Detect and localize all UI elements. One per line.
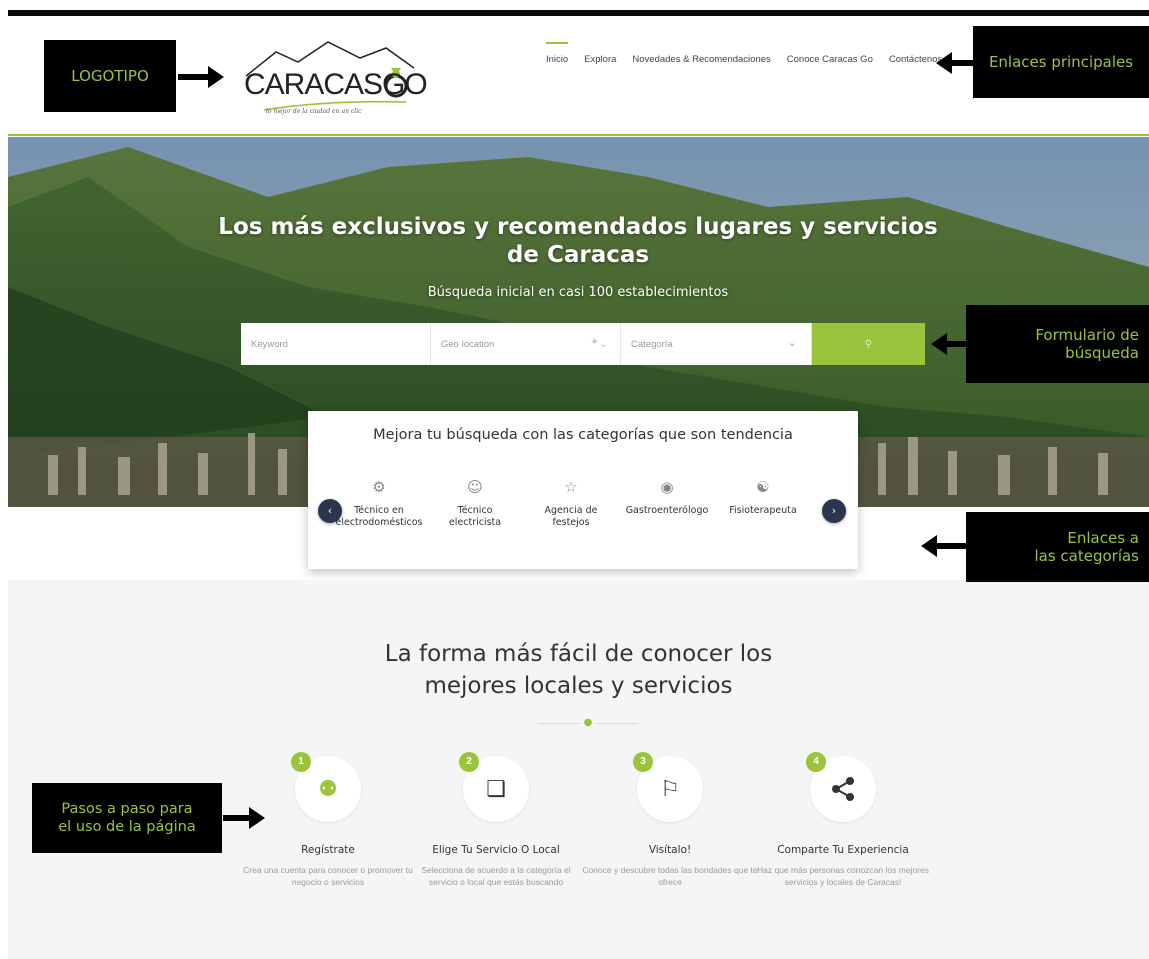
- category-item[interactable]: ☯ Fisioterapeuta: [718, 469, 808, 561]
- nav-link-novedades[interactable]: Novedades & Recomendaciones: [624, 54, 778, 65]
- carousel-prev-button[interactable]: ‹: [318, 499, 342, 523]
- logo[interactable]: CARACASGO lo mejor de la ciudad en un cl…: [236, 38, 428, 118]
- step-icon-circle: 2 ❏: [459, 752, 529, 822]
- step-number: 3: [633, 752, 653, 772]
- step-number: 1: [291, 752, 311, 772]
- chevron-left-icon: ‹: [327, 504, 333, 517]
- annotation-steps-text: Pasos a paso para el uso de la página: [58, 801, 196, 835]
- carousel-next-button[interactable]: ›: [822, 499, 846, 523]
- category-label: Agencia de festejos: [544, 505, 598, 528]
- search-form: Keyword Geo location ⌖ ⌄ Categoría ⌄ ⚲: [241, 323, 925, 365]
- category-label: Gastroenterólogo: [625, 505, 709, 516]
- step-number: 2: [459, 752, 479, 772]
- keyword-input[interactable]: Keyword: [241, 323, 431, 365]
- chevron-right-icon: ›: [831, 504, 837, 517]
- step-description: Conoce y descubre todas las bondades que…: [582, 865, 758, 887]
- step-description: Crea una cuenta para conocer o promover …: [243, 865, 413, 887]
- chevron-down-icon: ⌄: [787, 337, 797, 349]
- screenshot-root: CARACASGO lo mejor de la ciudad en un cl…: [0, 0, 1149, 959]
- category-label: Técnico electricista: [448, 505, 502, 528]
- map-pin-icon: ●: [581, 716, 595, 730]
- annotation-search: Formulario de búsqueda: [966, 305, 1149, 383]
- step-title: Comparte Tu Experiencia: [777, 844, 909, 856]
- step-description: Haz que más personas conozcan los mejore…: [757, 865, 929, 887]
- nav-link-inicio[interactable]: Inicio: [538, 42, 576, 65]
- search-button[interactable]: ⚲: [812, 323, 925, 365]
- section-title-line2: mejores locales y servicios: [424, 673, 733, 699]
- logo-wordmark: CARACASGO: [244, 68, 428, 101]
- cursor-icon: ❏: [486, 776, 506, 802]
- geo-placeholder: Geo location: [441, 338, 495, 350]
- hero-title: Los más exclusivos y recomendados lugare…: [218, 214, 938, 268]
- geo-location-input[interactable]: Geo location ⌖ ⌄: [431, 323, 621, 365]
- arrow-right-icon: [178, 66, 224, 88]
- party-icon: ☆: [564, 478, 578, 496]
- category-item[interactable]: ⚙ Técnico en electrodomésticos: [334, 469, 424, 561]
- annotation-logo-text: LOGOTIPO: [71, 67, 149, 85]
- annotation-search-text: Formulario de búsqueda: [1035, 326, 1139, 362]
- technician-icon: ⚙: [372, 478, 386, 496]
- keyword-placeholder: Keyword: [251, 338, 288, 350]
- map-pin-icon: ⚐: [660, 776, 680, 802]
- annotation-categories: Enlaces a las categorías: [966, 512, 1149, 582]
- category-label: Técnico en electrodomésticos: [335, 505, 423, 528]
- step-title: Regístrate: [301, 844, 355, 856]
- share-icon: [832, 777, 854, 801]
- logo-tagline: lo mejor de la ciudad en un clic: [266, 108, 362, 115]
- nav-link-explora[interactable]: Explora: [576, 54, 624, 65]
- search-icon: ⚲: [864, 338, 873, 350]
- step-description: Selecciona de acuerdo a la categoría el …: [421, 865, 571, 887]
- annotation-steps: Pasos a paso para el uso de la página: [32, 783, 222, 853]
- how-it-works-section: La forma más fácil de conocer los mejore…: [8, 580, 1149, 959]
- category-select[interactable]: Categoría ⌄: [621, 323, 812, 365]
- step-icon-circle: 3 ⚐: [633, 752, 703, 822]
- step-title: Visítalo!: [648, 844, 692, 856]
- trending-categories-card: Mejora tu búsqueda con las categorías qu…: [308, 411, 858, 569]
- arrow-left-icon: [931, 333, 967, 355]
- step-card: 4 Comparte Tu Experiencia Haz que más pe…: [753, 752, 933, 888]
- category-item[interactable]: ☺ Técnico electricista: [430, 469, 520, 561]
- trending-title: Mejora tu búsqueda con las categorías qu…: [373, 427, 793, 443]
- main-nav: Inicio Explora Novedades & Recomendacion…: [538, 42, 950, 65]
- doctor-icon: ◉: [660, 478, 674, 496]
- step-card: 1 ⚉ Regístrate Crea una cuenta para cono…: [238, 752, 418, 888]
- step-icon-circle: 1 ⚉: [291, 752, 361, 822]
- category-item[interactable]: ☆ Agencia de festejos: [526, 469, 616, 561]
- crosshair-icon[interactable]: ⌖ ⌄: [592, 336, 606, 349]
- section-title: La forma más fácil de conocer los mejore…: [8, 638, 1149, 702]
- step-card: 2 ❏ Elige Tu Servicio O Local Selecciona…: [406, 752, 586, 888]
- annotation-categories-text: Enlaces a las categorías: [1034, 529, 1139, 565]
- section-title-line1: La forma más fácil de conocer los: [384, 641, 773, 667]
- physio-icon: ☯: [756, 478, 770, 496]
- electrician-icon: ☺: [467, 478, 483, 496]
- step-title: Elige Tu Servicio O Local: [432, 844, 560, 856]
- annotation-nav-text: Enlaces principales: [988, 53, 1134, 71]
- category-placeholder: Categoría: [631, 338, 673, 350]
- category-label: Fisioterapeuta: [729, 505, 797, 516]
- nav-link-conoce[interactable]: Conoce Caracas Go: [779, 54, 881, 65]
- annotation-logo: LOGOTIPO: [44, 40, 176, 112]
- arrow-left-icon: [936, 52, 974, 74]
- arrow-left-icon: [921, 535, 967, 557]
- category-item[interactable]: ◉ Gastroenterólogo: [622, 469, 712, 561]
- hero-subtitle: Búsqueda inicial en casi 100 establecimi…: [427, 285, 729, 300]
- step-icon-circle: 4: [806, 752, 876, 822]
- annotation-nav: Enlaces principales: [973, 26, 1149, 98]
- arrow-right-icon: [223, 807, 265, 829]
- users-icon: ⚉: [318, 776, 338, 802]
- step-card: 3 ⚐ Visítalo! Conoce y descubre todas la…: [580, 752, 760, 888]
- step-number: 4: [806, 752, 826, 772]
